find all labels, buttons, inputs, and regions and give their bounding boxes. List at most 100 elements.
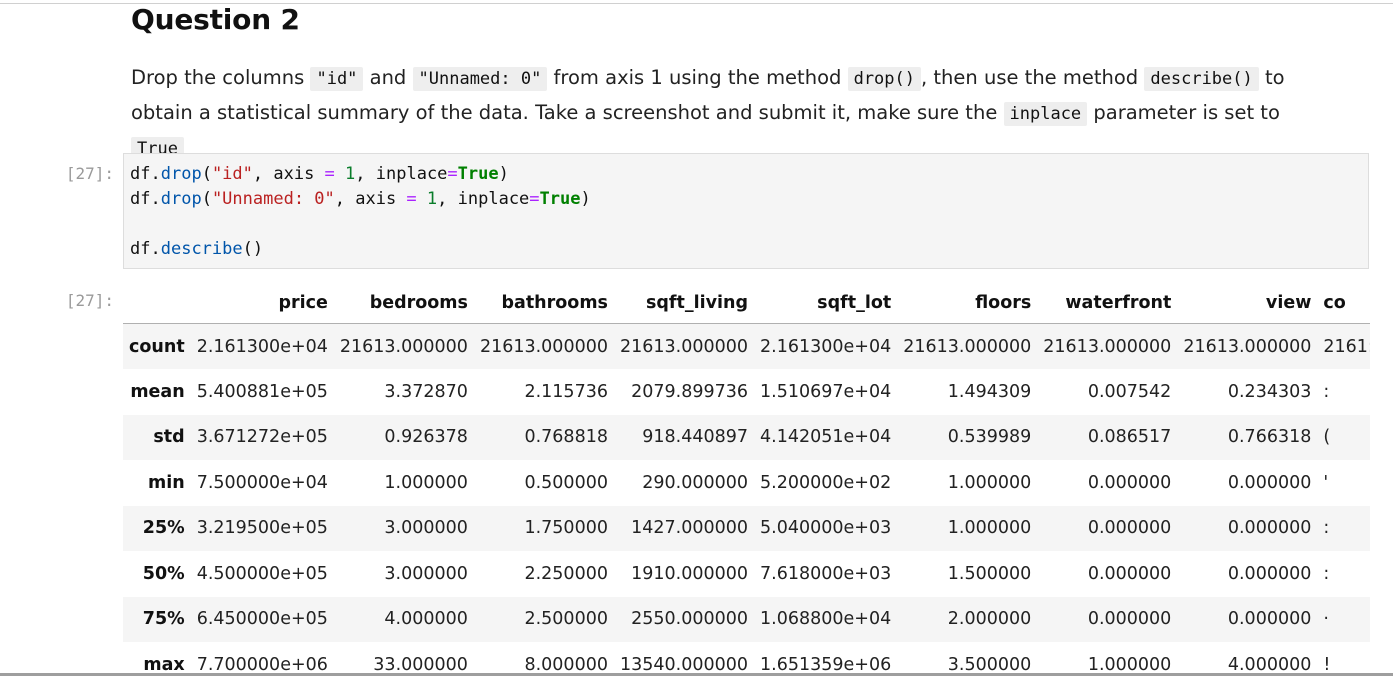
table-cell: 2.161300e+04 bbox=[760, 336, 892, 357]
table-cell: 1.000000 bbox=[384, 472, 468, 493]
table-cell: 0.000000 bbox=[1227, 563, 1312, 584]
table-cell: 0.766318 bbox=[1227, 427, 1312, 448]
table-cell: 0.000000 bbox=[1227, 518, 1312, 539]
table-cell: 5.040000e+03 bbox=[760, 518, 892, 539]
inline-code-drop: drop() bbox=[847, 67, 921, 91]
table-cell: 7.700000e+06 bbox=[196, 654, 328, 673]
table-cell: 1.000000 bbox=[947, 472, 1032, 493]
text-segment: parameter is set to bbox=[1093, 101, 1280, 124]
row-label: 50% bbox=[142, 563, 185, 584]
table-cell: 1.068800e+04 bbox=[760, 609, 892, 630]
table-cell: 1.000000 bbox=[1087, 654, 1172, 673]
table-cell: 0.768818 bbox=[524, 427, 608, 448]
table-cell: 3.500000 bbox=[947, 654, 1032, 673]
table-cell: : bbox=[1323, 381, 1330, 402]
table-cell: : bbox=[1323, 518, 1330, 539]
table-cell: 4.500000e+05 bbox=[196, 563, 328, 584]
table-cell: 21613.000000 bbox=[479, 336, 608, 357]
row-label: 25% bbox=[142, 518, 185, 539]
table-cell: 0.000000 bbox=[1227, 609, 1312, 630]
table-cell: 0.000000 bbox=[1087, 609, 1172, 630]
table-cell: 21613.000000 bbox=[903, 336, 1032, 357]
row-label: min bbox=[147, 472, 185, 493]
table-cell: 1.510697e+04 bbox=[760, 381, 892, 402]
table-row: mean 5.400881e+05 3.372870 2.115736 2079.899… bbox=[123, 369, 1370, 415]
table-cell: 4.000000 bbox=[1227, 654, 1312, 673]
table-cell: 0.234303 bbox=[1227, 381, 1312, 402]
table-cell: 3.000000 bbox=[384, 518, 468, 539]
row-label: 75% bbox=[142, 609, 185, 630]
row-label: max bbox=[143, 654, 185, 673]
column-header bbox=[123, 283, 191, 324]
table-cell: 1910.000000 bbox=[631, 563, 749, 584]
table-cell: 918.440897 bbox=[642, 427, 749, 448]
inline-code-id: "id" bbox=[310, 67, 364, 91]
text-segment: , then use the method bbox=[921, 66, 1139, 89]
table-cell: 3.671272e+05 bbox=[196, 427, 328, 448]
table-cell: ' bbox=[1323, 472, 1329, 493]
table-cell: 0.926378 bbox=[384, 427, 468, 448]
inline-code-inplace: inplace bbox=[1003, 102, 1088, 126]
table-cell: 0.539989 bbox=[947, 427, 1032, 448]
table-cell: 3.372870 bbox=[384, 381, 468, 402]
table-cell: 21613.000000 bbox=[619, 336, 749, 357]
table-cell: 21613.000000 bbox=[1043, 336, 1172, 357]
table-cell: 0.000000 bbox=[1087, 518, 1172, 539]
table-cell: 8.000000 bbox=[524, 654, 608, 673]
table-cell: 0.007542 bbox=[1087, 381, 1172, 402]
table-row: count 2.161300e+04 21613.000000 21613.00000… bbox=[123, 323, 1370, 369]
table-cell: 21613.000000 bbox=[339, 336, 468, 357]
table-cell: 4.000000 bbox=[384, 609, 468, 630]
describe-output[interactable]: price bedrooms bathrooms sqft_living sqf… bbox=[123, 283, 1370, 673]
row-label: mean bbox=[130, 381, 185, 402]
table-cell: 7.618000e+03 bbox=[760, 563, 892, 584]
table-cell: 6.450000e+05 bbox=[196, 609, 328, 630]
code-line-3: df.describe() bbox=[130, 239, 264, 259]
table-row: min 7.500000e+04 1.000000 0.500000 290.00000… bbox=[123, 460, 1370, 506]
table-cell: 0.000000 bbox=[1087, 563, 1172, 584]
column-header: sqft_living bbox=[613, 283, 755, 324]
table-cell: 13540.000000 bbox=[619, 654, 749, 673]
table-header-row: price bedrooms bathrooms sqft_living sqf… bbox=[123, 283, 1370, 324]
table-cell: 3.219500e+05 bbox=[196, 518, 328, 539]
table-cell: 2.500000 bbox=[524, 609, 608, 630]
code-editor[interactable]: df.drop("id", axis = 1, inplace=True) df… bbox=[123, 153, 1369, 269]
table-cell: ( bbox=[1323, 427, 1331, 448]
row-label: count bbox=[129, 336, 185, 357]
table-cell: 33.000000 bbox=[373, 654, 468, 673]
table-cell: 2.000000 bbox=[947, 609, 1032, 630]
table-cell: 1.750000 bbox=[524, 518, 608, 539]
table-cell: 3.000000 bbox=[384, 563, 468, 584]
table-cell: 0.086517 bbox=[1087, 427, 1172, 448]
column-header: bedrooms bbox=[333, 283, 474, 324]
table-row: 75% 6.450000e+05 4.000000 2.500000 2550.0000… bbox=[123, 596, 1370, 642]
table-cell: : bbox=[1323, 563, 1330, 584]
text-segment: and bbox=[369, 66, 407, 89]
describe-table: price bedrooms bathrooms sqft_living sqf… bbox=[123, 283, 1370, 673]
table-cell: 0.000000 bbox=[1227, 472, 1312, 493]
table-row: 50% 4.500000e+05 3.000000 2.250000 1910.0000… bbox=[123, 551, 1370, 597]
table-cell: 7.500000e+04 bbox=[196, 472, 328, 493]
inline-code-unnamed: "Unnamed: 0" bbox=[412, 67, 548, 91]
table-cell: 2.250000 bbox=[524, 563, 608, 584]
table-cell: 1.494309 bbox=[947, 381, 1032, 402]
table-cell: 21613.000000 bbox=[1183, 336, 1312, 357]
table-cell: 2079.899736 bbox=[631, 381, 749, 402]
column-header: price bbox=[190, 283, 334, 324]
question-heading: Question 2 bbox=[131, 3, 300, 36]
column-header: waterfront bbox=[1037, 283, 1178, 324]
text-segment: from axis 1 using the method bbox=[553, 66, 842, 89]
table-cell: 0.500000 bbox=[524, 472, 608, 493]
code-line-2: df.drop("Unnamed: 0", axis = 1, inplace=… bbox=[130, 189, 591, 209]
column-header: floors bbox=[897, 283, 1038, 324]
table-cell: · bbox=[1323, 609, 1329, 630]
table-cell: 5.200000e+02 bbox=[760, 472, 892, 493]
row-label: std bbox=[153, 427, 185, 448]
table-cell: 2.115736 bbox=[524, 381, 608, 402]
table-row: 25% 3.219500e+05 3.000000 1.750000 1427.0000… bbox=[123, 505, 1370, 551]
column-header: bathrooms bbox=[473, 283, 614, 324]
table-cell: 4.142051e+04 bbox=[760, 427, 892, 448]
table-cell: 5.400881e+05 bbox=[196, 381, 328, 402]
code-text[interactable]: df.drop("id", axis = 1, inplace=True) df… bbox=[124, 154, 1368, 270]
table-cell: 290.000000 bbox=[642, 472, 749, 493]
